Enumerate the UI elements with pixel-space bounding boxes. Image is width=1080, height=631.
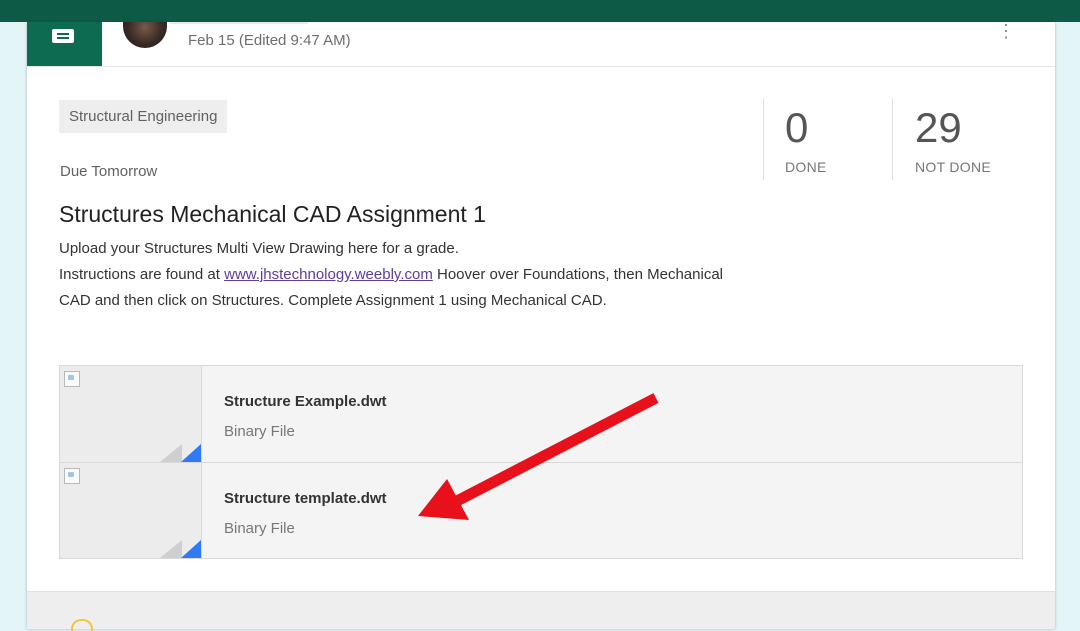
- file-corner-shadow: [160, 540, 182, 558]
- comment-section: [27, 591, 1055, 631]
- attachment-item[interactable]: Structure Example.dwt Binary File: [60, 366, 1022, 463]
- instructions-text: Instructions are found at: [59, 266, 225, 283]
- file-type-corner-icon: [181, 444, 201, 462]
- stats-divider: [892, 98, 893, 180]
- due-date: Due Tomorrow: [60, 163, 158, 180]
- description-line: Upload your Structures Multi View Drawin…: [59, 240, 459, 257]
- not-done-count[interactable]: 29: [915, 104, 962, 152]
- avatar[interactable]: [123, 22, 167, 48]
- post-date: Feb 15 (Edited 9:47 AM): [188, 32, 351, 49]
- assignment-icon: [52, 29, 74, 43]
- broken-image-icon: [64, 371, 80, 387]
- attachment-thumbnail[interactable]: [60, 463, 202, 558]
- attachment-name[interactable]: Structure template.dwt: [224, 490, 387, 507]
- instructions-link[interactable]: www.jhstechnology.weebly.com: [224, 266, 433, 283]
- attachment-type: Binary File: [224, 423, 295, 440]
- attachment-thumbnail[interactable]: [60, 366, 202, 462]
- broken-image-icon: [64, 468, 80, 484]
- topic-chip[interactable]: Structural Engineering: [59, 100, 228, 133]
- attachment-list: Structure Example.dwt Binary File Struct…: [59, 365, 1023, 559]
- not-done-label[interactable]: NOT DONE: [915, 159, 991, 175]
- attachment-item[interactable]: Structure template.dwt Binary File: [60, 463, 1022, 558]
- attachment-type: Binary File: [224, 520, 295, 537]
- done-label[interactable]: DONE: [785, 159, 827, 175]
- post-header: Feb 15 (Edited 9:47 AM) ⋮: [27, 22, 1055, 67]
- instructions: Instructions are found at www.jhstechnol…: [59, 262, 739, 314]
- assignment-title: Structures Mechanical CAD Assignment 1: [59, 201, 486, 227]
- file-type-corner-icon: [181, 540, 201, 558]
- done-count[interactable]: 0: [785, 104, 808, 152]
- stats-divider: [763, 98, 764, 180]
- attachment-name[interactable]: Structure Example.dwt: [224, 393, 387, 410]
- assignment-type-tab: [27, 22, 102, 66]
- tab-indicator: [170, 22, 308, 24]
- top-bar: [0, 0, 1080, 22]
- more-vert-icon[interactable]: ⋮: [997, 22, 1015, 46]
- assignment-description: Upload your Structures Multi View Drawin…: [59, 236, 739, 314]
- lightbulb-icon: [71, 619, 93, 631]
- assignment-card: Feb 15 (Edited 9:47 AM) ⋮ Structural Eng…: [27, 22, 1055, 631]
- file-corner-shadow: [160, 444, 182, 462]
